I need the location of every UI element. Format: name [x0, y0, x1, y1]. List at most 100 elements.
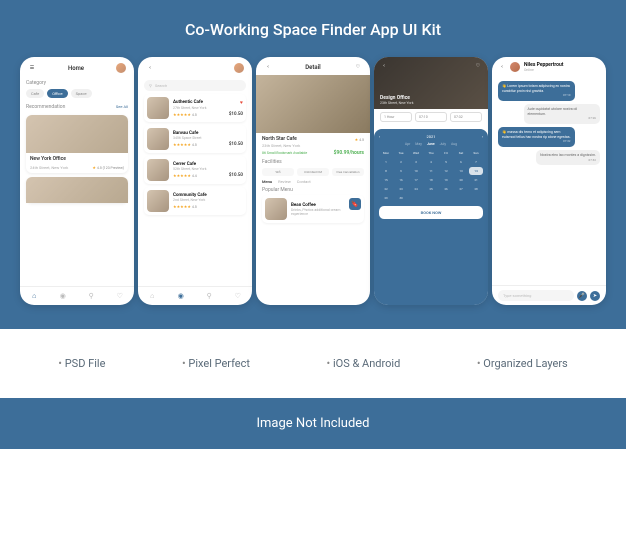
phone-booking: ‹ ♡ Design Office 23th Street, New York …: [374, 57, 488, 305]
cal-day[interactable]: 17: [409, 176, 423, 184]
cal-month[interactable]: Apr: [405, 142, 410, 146]
cal-prev-icon[interactable]: ‹: [379, 134, 380, 139]
cal-month[interactable]: Aug: [451, 142, 457, 146]
cal-day[interactable]: 18: [424, 176, 438, 184]
chip-cafe[interactable]: Cafe: [26, 89, 44, 98]
back-icon[interactable]: ‹: [146, 64, 154, 72]
list-item[interactable]: Authentic Cafe♥ 27th Street, New York ★★…: [144, 94, 246, 122]
cal-day[interactable]: 14: [469, 167, 483, 175]
cal-day[interactable]: 21: [469, 176, 483, 184]
nav-home-icon[interactable]: ⌂: [148, 292, 156, 300]
cal-month[interactable]: May: [415, 142, 422, 146]
cal-day[interactable]: 10: [409, 167, 423, 175]
search-placeholder: Search: [155, 83, 167, 88]
heart-icon[interactable]: ♡: [474, 62, 482, 70]
nav-profile-icon[interactable]: ♡: [116, 292, 124, 300]
back-icon[interactable]: ‹: [264, 63, 272, 71]
cal-day[interactable]: 7: [469, 158, 483, 166]
facility-km: Unlimited KM: [297, 168, 329, 176]
search-icon: ⚲: [149, 83, 152, 88]
cal-day[interactable]: 23: [394, 185, 408, 193]
cal-day[interactable]: 5: [439, 158, 453, 166]
price: $10.50: [229, 173, 243, 178]
cal-day[interactable]: 20: [454, 176, 468, 184]
duration-select[interactable]: 1 Hour: [380, 112, 412, 122]
list-item[interactable]: Banvau Cafe 3456 Space Street ★★★★★ 4.5$…: [144, 125, 246, 153]
nav-search-icon[interactable]: ⚲: [205, 292, 213, 300]
tab-menu[interactable]: Menu: [262, 179, 272, 184]
chip-office[interactable]: Office: [47, 89, 67, 98]
price: $90.99/hours: [334, 150, 364, 156]
search-input[interactable]: ⚲ Search: [144, 80, 246, 91]
cal-day[interactable]: 26: [439, 185, 453, 193]
avatar[interactable]: [116, 63, 126, 73]
nav-location-icon[interactable]: ◉: [59, 292, 67, 300]
cal-day[interactable]: 30: [394, 194, 408, 202]
cal-day-header: Thu: [424, 149, 438, 157]
list-image: [147, 128, 169, 150]
send-button[interactable]: ➤: [590, 291, 600, 301]
list-item[interactable]: Cerrer Cafe 52th Street, New York ★★★★★ …: [144, 156, 246, 184]
phone-list: ‹ ⚲ Search Authentic Cafe♥ 27th Street, …: [138, 57, 252, 305]
cal-day[interactable]: 3: [409, 158, 423, 166]
end-time[interactable]: 07:32: [450, 112, 482, 122]
cal-day[interactable]: 19: [439, 176, 453, 184]
facilities-label: Facilities: [262, 159, 364, 165]
chat-message: Aute cupidatat utolare nostra oil elemen…: [524, 104, 601, 124]
cal-day[interactable]: 16: [394, 176, 408, 184]
reco-card-2[interactable]: [26, 177, 128, 203]
nav-location-icon[interactable]: ◉: [177, 292, 185, 300]
start-time[interactable]: 07:10: [415, 112, 447, 122]
avatar[interactable]: [234, 63, 244, 73]
menu-icon[interactable]: ☰: [28, 64, 36, 72]
cal-day[interactable]: 1: [379, 158, 393, 166]
cal-day[interactable]: 25: [424, 185, 438, 193]
chat-input-field[interactable]: Type something: [498, 290, 574, 301]
heart-icon[interactable]: ♡: [354, 63, 362, 71]
facility-wifi: Wifi: [262, 168, 294, 176]
tab-contact[interactable]: Contact: [297, 179, 311, 184]
booking-sub: 23th Street, New York: [380, 101, 413, 105]
list-item[interactable]: Community Cafe 2nd Street, New York ★★★★…: [144, 187, 246, 215]
cal-day[interactable]: 22: [379, 185, 393, 193]
reco-card[interactable]: New York Office 24th Street, New York ★ …: [26, 115, 128, 173]
detail-title: Detail: [305, 64, 321, 71]
cal-next-icon[interactable]: ›: [482, 134, 483, 139]
cal-day[interactable]: 2: [394, 158, 408, 166]
bookmark-button[interactable]: 🔖: [349, 198, 361, 210]
tab-review[interactable]: Review: [278, 179, 291, 184]
feature-item: Organized Layers: [477, 357, 568, 370]
category-label: Category: [26, 80, 128, 86]
cal-day[interactable]: 9: [394, 167, 408, 175]
cal-month-active[interactable]: June: [427, 142, 435, 146]
chip-space[interactable]: Space: [71, 89, 92, 98]
booking-hero: ‹ ♡ Design Office 23th Street, New York: [374, 57, 488, 109]
bottom-nav: ⌂ ◉ ⚲ ♡: [138, 286, 252, 305]
back-icon[interactable]: ‹: [380, 62, 388, 70]
cal-day[interactable]: 15: [379, 176, 393, 184]
book-button[interactable]: BOOK NOW: [379, 206, 483, 219]
cal-day[interactable]: 8: [379, 167, 393, 175]
chat-avatar[interactable]: [510, 62, 520, 72]
cal-day[interactable]: 24: [409, 185, 423, 193]
cal-day[interactable]: 28: [469, 185, 483, 193]
nav-profile-icon[interactable]: ♡: [234, 292, 242, 300]
nav-search-icon[interactable]: ⚲: [87, 292, 95, 300]
cal-day[interactable]: 4: [424, 158, 438, 166]
cal-day[interactable]: 27: [454, 185, 468, 193]
price: $10.50: [229, 142, 243, 147]
mic-button[interactable]: 🎤: [577, 291, 587, 301]
kit-title: Co-Working Space Finder App UI Kit: [0, 20, 626, 39]
cal-day[interactable]: 12: [439, 167, 453, 175]
nav-home-icon[interactable]: ⌂: [30, 292, 38, 300]
cal-month[interactable]: July: [440, 142, 446, 146]
calendar: ‹ 2021 › Apr May June July Aug MonTueWed…: [374, 129, 488, 305]
menu-item[interactable]: Bean Coffee Drinks, Photos additional cr…: [262, 195, 364, 223]
cal-day[interactable]: 11: [424, 167, 438, 175]
back-icon[interactable]: ‹: [498, 63, 506, 71]
cal-day[interactable]: 13: [454, 167, 468, 175]
see-all-link[interactable]: See All: [116, 104, 128, 109]
reco-label: Recommendation: [26, 104, 65, 110]
cal-day[interactable]: 29: [379, 194, 393, 202]
cal-day[interactable]: 6: [454, 158, 468, 166]
